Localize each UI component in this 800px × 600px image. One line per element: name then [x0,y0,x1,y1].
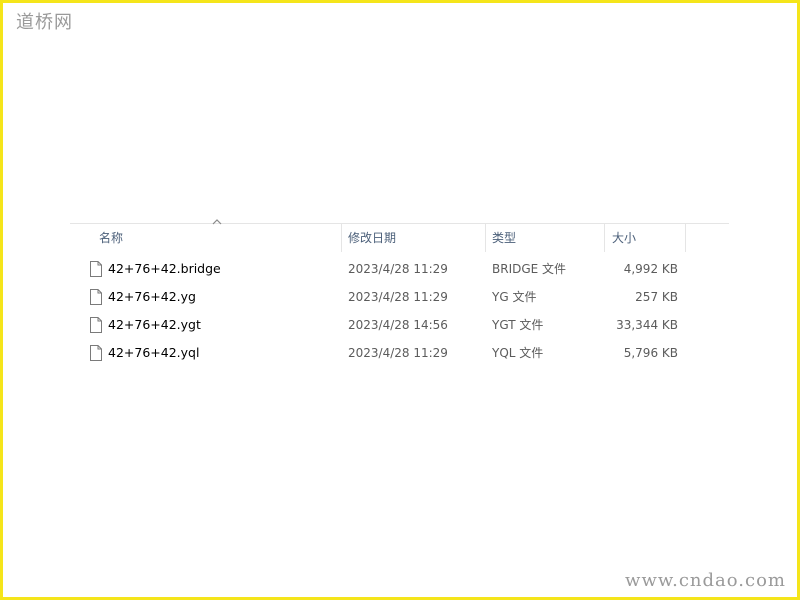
file-date: 2023/4/28 11:29 [348,290,448,304]
file-date: 2023/4/28 14:56 [348,318,448,332]
column-divider[interactable] [485,224,486,252]
file-name[interactable]: 42+76+42.yg [108,283,196,311]
file-date: 2023/4/28 11:29 [348,346,448,360]
column-divider[interactable] [604,224,605,252]
file-date: 2023/4/28 11:29 [348,262,448,276]
watermark-bottom-right: www.cndao.com [625,570,786,591]
column-header-date[interactable]: 修改日期 [348,224,483,252]
file-icon [90,261,102,277]
file-row[interactable]: 42+76+42.ygt 2023/4/28 14:56 YGT 文件 33,3… [80,311,700,339]
file-type: YGT 文件 [492,318,544,332]
column-header-type[interactable]: 类型 [492,224,602,252]
file-row[interactable]: 42+76+42.yg 2023/4/28 11:29 YG 文件 257 KB [80,283,700,311]
file-icon [90,317,102,333]
file-name[interactable]: 42+76+42.ygt [108,311,201,339]
file-size: 5,796 KB [623,346,678,360]
column-divider[interactable] [341,224,342,252]
file-icon [90,345,102,361]
file-name[interactable]: 42+76+42.bridge [108,255,221,283]
column-header-name[interactable]: 名称 [99,224,339,252]
file-size: 4,992 KB [623,262,678,276]
file-type: YQL 文件 [492,346,544,360]
watermark-top-left: 道桥网 [16,12,73,33]
file-type: BRIDGE 文件 [492,262,567,276]
column-divider[interactable] [685,224,686,252]
file-size: 257 KB [635,290,678,304]
file-size: 33,344 KB [616,318,678,332]
column-header-size[interactable]: 大小 [612,224,682,252]
file-row[interactable]: 42+76+42.yql 2023/4/28 11:29 YQL 文件 5,79… [80,339,700,367]
file-row[interactable]: 42+76+42.bridge 2023/4/28 11:29 BRIDGE 文… [80,255,700,283]
file-icon [90,289,102,305]
file-type: YG 文件 [492,290,537,304]
file-name[interactable]: 42+76+42.yql [108,339,199,367]
